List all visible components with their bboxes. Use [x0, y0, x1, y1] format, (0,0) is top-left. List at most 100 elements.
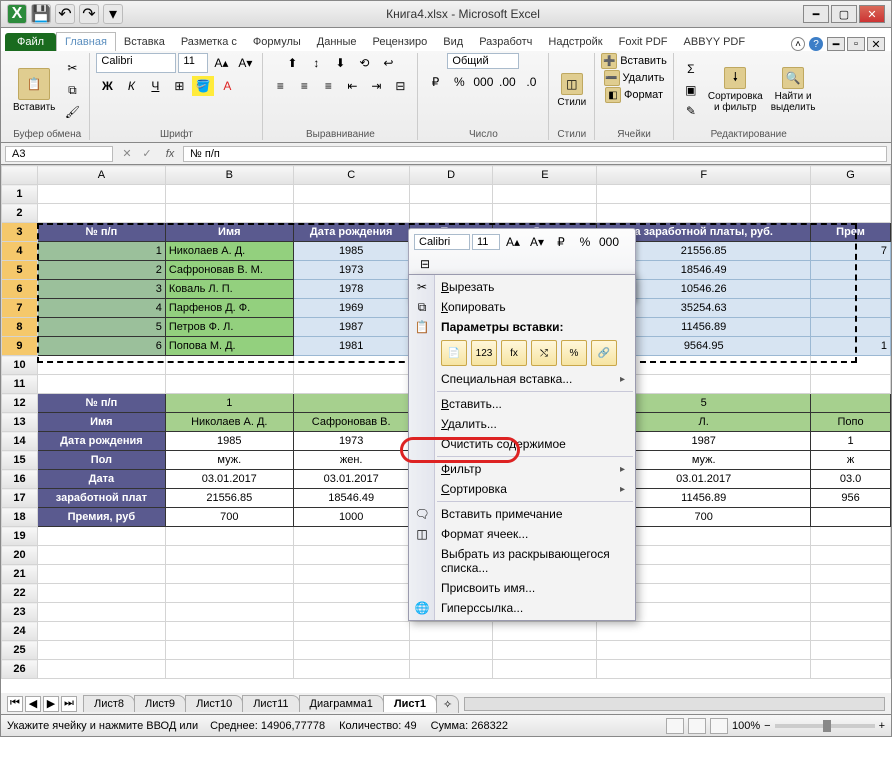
cell[interactable] — [37, 603, 165, 622]
align-left-icon[interactable]: ≡ — [269, 76, 291, 96]
horizontal-scrollbar[interactable] — [464, 697, 885, 711]
fill-icon[interactable]: ▣ — [680, 80, 702, 100]
cell[interactable]: 1969 — [293, 299, 409, 318]
zoom-slider[interactable] — [775, 724, 875, 728]
cells-delete[interactable]: ➖Удалить — [604, 70, 665, 86]
ctx-cut[interactable]: ✂Вырезать — [409, 277, 635, 297]
cell[interactable] — [293, 185, 409, 204]
t2-rowheader[interactable]: № п/п — [37, 394, 165, 413]
paste-button[interactable]: 📋 Вставить — [11, 66, 57, 115]
cell[interactable]: 03.01.2017 — [293, 470, 409, 489]
row-header-13[interactable]: 13 — [2, 413, 38, 432]
dec-decimal-icon[interactable]: .0 — [520, 72, 542, 92]
ctx-define-name[interactable]: Присвоить имя... — [409, 578, 635, 598]
cell[interactable]: 1973 — [293, 432, 409, 451]
cell[interactable] — [293, 660, 409, 679]
row-header-20[interactable]: 20 — [2, 546, 38, 565]
align-top-icon[interactable]: ⬆ — [281, 53, 303, 73]
inc-decimal-icon[interactable]: .00 — [496, 72, 518, 92]
cell[interactable] — [37, 356, 165, 375]
row-header-4[interactable]: 4 — [2, 242, 38, 261]
col-header-E[interactable]: E — [493, 166, 597, 185]
cell[interactable] — [37, 641, 165, 660]
sheet-tab-Лист8[interactable]: Лист8 — [83, 695, 135, 712]
sheet-nav-prev[interactable]: ◀ — [25, 696, 41, 712]
cell[interactable] — [811, 280, 891, 299]
cell[interactable] — [811, 508, 891, 527]
cell[interactable] — [165, 527, 293, 546]
cell[interactable]: 18546.49 — [293, 489, 409, 508]
mdi-restore[interactable]: ▫ — [847, 37, 865, 51]
cell[interactable]: 7 — [811, 242, 891, 261]
font-color-icon[interactable]: A — [216, 76, 238, 96]
view-break-icon[interactable] — [710, 718, 728, 734]
cell[interactable] — [165, 375, 293, 394]
cell[interactable] — [293, 204, 409, 223]
cell[interactable] — [811, 356, 891, 375]
cell[interactable] — [597, 660, 811, 679]
formula-input[interactable]: № п/п — [183, 146, 887, 162]
row-header-5[interactable]: 5 — [2, 261, 38, 280]
copy-icon[interactable]: ⧉ — [61, 80, 83, 100]
row-header-11[interactable]: 11 — [2, 375, 38, 394]
cell[interactable]: 700 — [165, 508, 293, 527]
cell[interactable]: Парфенов Д. Ф. — [165, 299, 293, 318]
new-sheet-icon[interactable]: ✧ — [436, 695, 459, 713]
cell[interactable]: Попова М. Д. — [165, 337, 293, 356]
cell[interactable]: 5 — [37, 318, 165, 337]
cell[interactable] — [493, 641, 597, 660]
tab-view[interactable]: Вид — [435, 33, 471, 51]
styles-button[interactable]: ◫ Стили — [555, 71, 588, 110]
cells-format[interactable]: ◧Формат — [605, 87, 663, 103]
cancel-icon[interactable]: ✕ — [117, 147, 137, 160]
cell[interactable]: Николаев А. Д. — [165, 413, 293, 432]
cell[interactable] — [811, 527, 891, 546]
enter-icon[interactable]: ✓ — [137, 147, 157, 160]
cell[interactable]: Сафроновав В. М. — [165, 261, 293, 280]
tab-home[interactable]: Главная — [56, 32, 116, 51]
row-header-23[interactable]: 23 — [2, 603, 38, 622]
tab-formulas[interactable]: Формулы — [245, 33, 309, 51]
cell[interactable]: Петров Ф. Л. — [165, 318, 293, 337]
cell[interactable] — [165, 185, 293, 204]
italic-button[interactable]: К — [120, 76, 142, 96]
tab-layout[interactable]: Разметка с — [173, 33, 245, 51]
qat-save[interactable]: 💾 — [31, 4, 51, 24]
mini-shrink-font-icon[interactable]: A▾ — [526, 232, 548, 252]
ctx-paste-special[interactable]: Специальная вставка...▸ — [409, 369, 635, 389]
cell[interactable] — [293, 603, 409, 622]
cell[interactable] — [811, 185, 891, 204]
col-header-D[interactable]: D — [409, 166, 493, 185]
mini-merge-icon[interactable]: ⊟ — [414, 254, 436, 274]
cell[interactable]: 03.01.2017 — [165, 470, 293, 489]
ribbon-minimize-icon[interactable]: ˄ — [791, 37, 805, 51]
t2-rowheader[interactable]: Имя — [37, 413, 165, 432]
ctx-format-cells[interactable]: ◫Формат ячеек... — [409, 524, 635, 544]
cell[interactable]: 1978 — [293, 280, 409, 299]
autosum-icon[interactable]: Σ — [680, 59, 702, 79]
ctx-hyperlink[interactable]: 🌐Гиперссылка... — [409, 598, 635, 618]
cell[interactable]: 3 — [37, 280, 165, 299]
maximize-button[interactable]: ▢ — [831, 5, 857, 23]
paste-formulas-icon[interactable]: fx — [501, 340, 527, 366]
cell[interactable] — [811, 641, 891, 660]
cell[interactable] — [811, 565, 891, 584]
ctx-delete[interactable]: Удалить... — [409, 414, 635, 434]
select-all-corner[interactable] — [2, 166, 38, 185]
cell[interactable] — [811, 299, 891, 318]
row-header-8[interactable]: 8 — [2, 318, 38, 337]
cell[interactable]: 1973 — [293, 261, 409, 280]
cell[interactable] — [37, 375, 165, 394]
cell[interactable]: Попо — [811, 413, 891, 432]
t2-rowheader[interactable]: Пол — [37, 451, 165, 470]
cell[interactable] — [293, 565, 409, 584]
cell[interactable] — [165, 565, 293, 584]
qat-redo[interactable]: ↷ — [79, 4, 99, 24]
cell[interactable] — [37, 204, 165, 223]
merge-icon[interactable]: ⊟ — [389, 76, 411, 96]
bold-button[interactable]: Ж — [96, 76, 118, 96]
cell[interactable] — [493, 204, 597, 223]
cell[interactable] — [165, 622, 293, 641]
qat-more[interactable]: ▾ — [103, 4, 123, 24]
cell[interactable]: 6 — [37, 337, 165, 356]
